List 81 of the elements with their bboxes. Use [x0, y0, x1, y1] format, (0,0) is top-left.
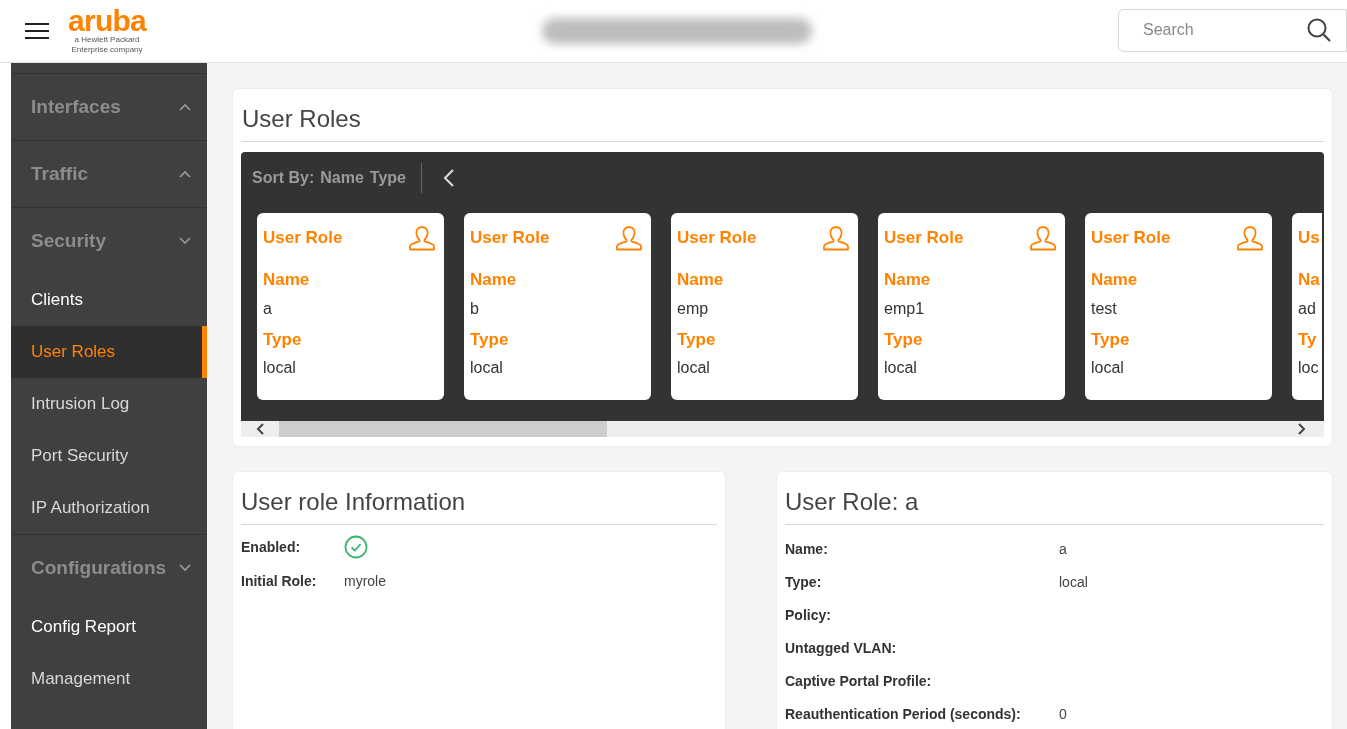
name-label: Na — [1298, 269, 1320, 291]
type-label: Type — [1091, 328, 1131, 351]
user-icon — [1236, 225, 1264, 251]
role-type: loc — [1298, 358, 1320, 378]
panel-title: User role Information — [241, 484, 717, 525]
type-label: Type — [263, 328, 303, 351]
role-type: local — [470, 358, 504, 378]
card-title: User Role — [1091, 227, 1171, 249]
field-label: Name: — [785, 539, 829, 559]
sidebar-item[interactable]: User Roles — [11, 326, 207, 378]
chevron-up-icon — [179, 103, 191, 111]
user-role-card[interactable]: User Role Name emp1 Type local — [878, 213, 1065, 400]
user-role-card[interactable]: Us Na ad Ty loc — [1292, 213, 1322, 400]
field-label: Enabled: — [241, 537, 302, 557]
sort-label: Sort By: — [252, 167, 315, 188]
role-type: local — [263, 358, 297, 378]
chevron-left-icon[interactable] — [442, 168, 455, 187]
field-label: Reauthentication Period (seconds): — [785, 704, 1022, 724]
sidebar-item[interactable]: Management — [11, 653, 207, 705]
field-value: 0 — [1059, 704, 1067, 724]
chevron-up-icon — [179, 170, 191, 178]
field-label: Captive Portal Profile: — [785, 671, 933, 691]
sidebar-item[interactable]: Port Security — [11, 430, 207, 482]
menu-button[interactable] — [25, 21, 49, 41]
role-name: emp1 — [884, 298, 926, 319]
name-label: Name — [470, 269, 518, 291]
brand-logo: aruba — [68, 7, 146, 34]
chevron-down-icon — [179, 564, 191, 572]
role-name: test — [1091, 298, 1118, 319]
type-label: Type — [677, 328, 717, 351]
user-role-card[interactable]: User Role Name b Type local — [464, 213, 651, 400]
role-type: local — [677, 358, 711, 378]
type-label: Type — [884, 328, 924, 351]
brand-tagline: a Hewlett Packard Enterprise company — [70, 34, 144, 55]
search-field[interactable]: Search — [1143, 18, 1306, 42]
role-name: ad — [1298, 298, 1317, 319]
user-role-card[interactable]: User Role Name emp Type local — [671, 213, 858, 400]
user-icon — [822, 225, 850, 251]
field-label: Policy: — [785, 605, 832, 625]
search-bar[interactable]: Search — [1118, 8, 1347, 52]
panel-title: User Role: a — [785, 484, 1324, 525]
card-title: User Role — [677, 227, 757, 249]
horizontal-scrollbar[interactable] — [241, 421, 1324, 437]
user-icon — [408, 225, 436, 251]
chevron-down-icon — [179, 237, 191, 245]
card-title: User Role — [263, 227, 343, 249]
card-title: User Role — [470, 227, 550, 249]
scroll-right-icon[interactable] — [1298, 423, 1306, 435]
panel-title: User Roles — [241, 101, 1324, 142]
name-label: Name — [1091, 269, 1139, 291]
role-name: a — [263, 298, 273, 319]
scroll-left-icon[interactable] — [256, 423, 264, 435]
sidebar-item[interactable]: IP Authorization — [11, 482, 207, 534]
field-value: local — [1059, 572, 1088, 592]
card-title: Us — [1298, 227, 1320, 249]
name-label: Name — [884, 269, 932, 291]
sidebar-item[interactable]: Config Report — [11, 601, 207, 653]
sidebar-item[interactable]: Clients — [11, 274, 207, 326]
type-label: Type — [470, 328, 510, 351]
user-icon — [615, 225, 643, 251]
user-role-card[interactable]: User Role Name a Type local — [257, 213, 444, 400]
field-label: Type: — [785, 572, 823, 592]
role-type: local — [884, 358, 918, 378]
type-label: Ty — [1298, 328, 1318, 351]
sort-option[interactable]: Type — [369, 165, 406, 190]
field-label: Initial Role: — [241, 571, 318, 591]
search-icon[interactable] — [1306, 17, 1332, 43]
field-label: Untagged VLAN: — [785, 638, 898, 658]
role-type: local — [1091, 358, 1125, 378]
field-value: myrole — [344, 571, 386, 591]
field-value: a — [1059, 539, 1067, 559]
sidebar-item[interactable]: Intrusion Log — [11, 378, 207, 430]
user-icon — [1029, 225, 1057, 251]
role-name: b — [470, 298, 480, 319]
scrollbar-thumb[interactable] — [279, 421, 607, 437]
user-role-card[interactable]: User Role Name test Type local — [1085, 213, 1272, 400]
role-name: emp — [677, 298, 710, 319]
card-title: User Role — [884, 227, 964, 249]
sort-option[interactable]: Name — [320, 165, 364, 190]
name-label: Name — [263, 269, 311, 291]
name-label: Name — [677, 269, 725, 291]
